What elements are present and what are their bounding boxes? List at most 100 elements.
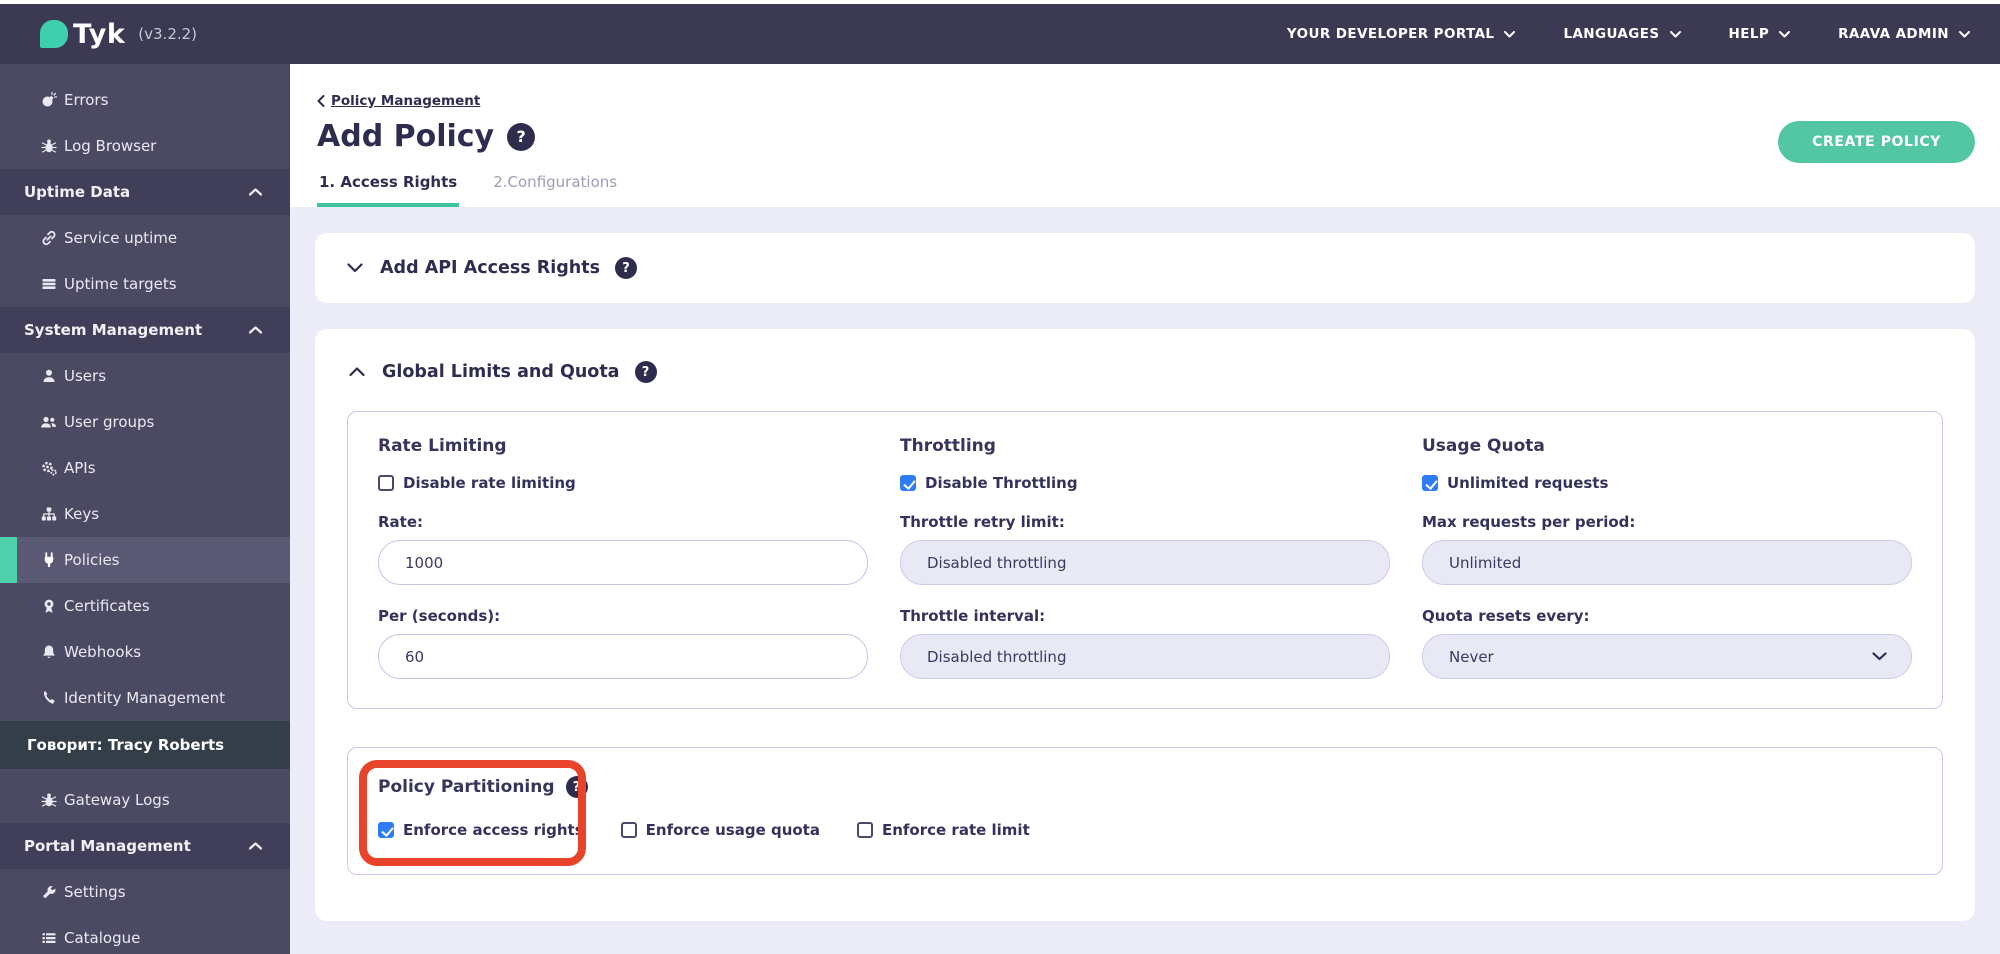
menu-languages-label: LANGUAGES	[1563, 26, 1660, 42]
panel-add-api-access-rights: Add API Access Rights	[315, 233, 1975, 303]
sidebar-item-policies[interactable]: Policies	[0, 537, 290, 583]
enforce-usage-quota-checkbox[interactable]	[620, 822, 637, 838]
unlimited-requests-checkbox[interactable]	[1422, 475, 1438, 491]
chevron-down-icon	[1779, 30, 1791, 37]
disable-throttling-checkbox[interactable]	[900, 475, 916, 491]
disable-throttling-row: Disable Throttling	[900, 474, 1390, 492]
max-requests-input	[1422, 540, 1912, 585]
column-heading: Usage Quota	[1422, 436, 1545, 456]
sidebar-item-keys[interactable]: Keys	[0, 491, 290, 537]
per-seconds-label: Per (seconds):	[378, 607, 501, 625]
chevron-up-icon	[249, 188, 262, 196]
collapse-global-limits-button[interactable]	[347, 367, 367, 377]
per-seconds-input[interactable]	[378, 634, 868, 679]
sidebar-item-user-groups[interactable]: User groups	[0, 399, 290, 445]
rate-label: Rate:	[378, 513, 424, 531]
disable-rate-limiting-checkbox[interactable]	[378, 475, 394, 491]
sidebar-item-users[interactable]: Users	[0, 353, 290, 399]
help-icon[interactable]	[615, 257, 637, 279]
bug-icon	[40, 138, 57, 154]
panel-header: Global Limits and Quota	[347, 357, 1943, 387]
checkbox-label: Enforce rate limit	[881, 821, 1030, 839]
sidebar-item-label: Uptime targets	[64, 275, 177, 293]
throttle-interval-label: Throttle interval:	[900, 607, 1046, 625]
sidebar-item-apis[interactable]: APIs	[0, 445, 290, 491]
checkbox-label: Disable Throttling	[925, 474, 1078, 492]
sidebar-item-webhooks[interactable]: Webhooks	[0, 629, 290, 675]
identity-icon	[40, 690, 57, 706]
max-requests-label: Max requests per period:	[1422, 513, 1636, 531]
bomb-icon	[40, 92, 57, 108]
menu-developer-portal-label: YOUR DEVELOPER PORTAL	[1286, 26, 1495, 42]
help-icon[interactable]	[634, 361, 657, 383]
sidebar: Errors Log Browser Uptime Data Service u…	[0, 64, 290, 954]
policy-partitioning-heading-row: Policy Partitioning	[378, 776, 1912, 798]
sidebar-item-certificates[interactable]: Certificates	[0, 583, 290, 629]
sidebar-section-portal-management[interactable]: Portal Management	[0, 823, 290, 869]
topbar: Tyk (v3.2.2) YOUR DEVELOPER PORTAL LANGU…	[0, 4, 2000, 64]
help-icon[interactable]	[507, 122, 536, 151]
sidebar-item-label: Errors	[64, 91, 109, 109]
sidebar-section-uptime-data[interactable]: Uptime Data	[0, 169, 290, 215]
list-icon	[40, 930, 57, 946]
checkbox-label: Enforce access rights	[403, 821, 584, 839]
rate-limiting-column: Rate Limiting Disable rate limiting Rate…	[378, 436, 868, 679]
sidebar-item-label: User groups	[64, 413, 155, 431]
quota-resets-select[interactable]: Never	[1422, 634, 1912, 679]
tab-configurations[interactable]: 2.Configurations	[491, 173, 619, 207]
menu-account-label: RAAVA ADMIN	[1838, 26, 1949, 42]
rate-input[interactable]	[378, 540, 868, 585]
sidebar-item-gateway-logs[interactable]: Gateway Logs	[0, 777, 290, 823]
sidebar-item-identity-management[interactable]: Identity Management	[0, 675, 290, 721]
app-window: Tyk (v3.2.2) YOUR DEVELOPER PORTAL LANGU…	[0, 0, 2000, 954]
tyk-logo[interactable]: Tyk (v3.2.2)	[40, 19, 197, 50]
enforce-rate-limit-checkbox[interactable]	[856, 822, 873, 838]
tyk-logo-mark-icon	[40, 20, 68, 48]
sidebar-item-errors[interactable]: Errors	[0, 77, 290, 123]
sidebar-item-label: Catalogue	[64, 929, 141, 947]
expand-access-rights-button[interactable]	[345, 263, 365, 273]
sidebar-item-log-browser[interactable]: Log Browser	[0, 123, 290, 169]
menu-account[interactable]: RAAVA ADMIN	[1838, 26, 1970, 42]
enforce-access-rights-checkbox[interactable]	[378, 822, 394, 838]
throttle-interval-input	[900, 634, 1390, 679]
plug-icon	[40, 552, 57, 568]
help-icon[interactable]	[565, 776, 588, 798]
chevron-down-icon	[1872, 652, 1887, 661]
sidebar-section-label: Portal Management	[24, 837, 191, 855]
sidebar-item-label: Certificates	[64, 597, 150, 615]
topbar-menus: YOUR DEVELOPER PORTAL LANGUAGES HELP RAA…	[1287, 26, 1970, 42]
sidebar-item-label: Users	[64, 367, 107, 385]
sidebar-item-label: Log Browser	[64, 137, 157, 155]
enforce-access-rights-row: Enforce access rights	[378, 821, 584, 839]
sidebar-section-system-management[interactable]: System Management	[0, 307, 290, 353]
sidebar-item-uptime-targets[interactable]: Uptime targets	[0, 261, 290, 307]
chevron-down-icon	[1669, 30, 1681, 37]
chevron-down-icon	[1959, 30, 1970, 37]
tab-access-rights[interactable]: 1. Access Rights	[317, 173, 460, 207]
menu-help[interactable]: HELP	[1729, 26, 1791, 42]
unlimited-requests-row: Unlimited requests	[1422, 474, 1912, 492]
throttle-retry-limit-input	[900, 540, 1390, 585]
speaking-banner: Говорит: Tracy Roberts	[0, 721, 290, 769]
certificate-icon	[40, 598, 57, 614]
menu-developer-portal[interactable]: YOUR DEVELOPER PORTAL	[1287, 26, 1516, 42]
checkbox-label: Enforce usage quota	[645, 821, 820, 839]
sidebar-item-settings[interactable]: Settings	[0, 869, 290, 915]
policy-partitioning-options: Enforce access rights Enforce usage quot…	[378, 821, 1912, 839]
panel-global-limits: Global Limits and Quota Rate Limiting Di…	[315, 329, 1975, 921]
create-policy-button[interactable]: CREATE POLICY	[1778, 121, 1975, 163]
panel-title: Global Limits and Quota	[382, 362, 620, 382]
breadcrumb[interactable]: Policy Management	[317, 93, 480, 109]
limits-grid: Rate Limiting Disable rate limiting Rate…	[378, 436, 1912, 679]
sidebar-item-label: APIs	[64, 459, 96, 477]
sidebar-item-label: Keys	[64, 505, 100, 523]
sidebar-item-service-uptime[interactable]: Service uptime	[0, 215, 290, 261]
sidebar-item-catalogue[interactable]: Catalogue	[0, 915, 290, 954]
version-label: (v3.2.2)	[138, 25, 198, 43]
user-icon	[40, 368, 57, 384]
table-icon	[40, 276, 57, 292]
gears-icon	[40, 460, 57, 476]
menu-languages[interactable]: LANGUAGES	[1563, 26, 1681, 42]
chevron-down-icon	[1504, 30, 1516, 37]
